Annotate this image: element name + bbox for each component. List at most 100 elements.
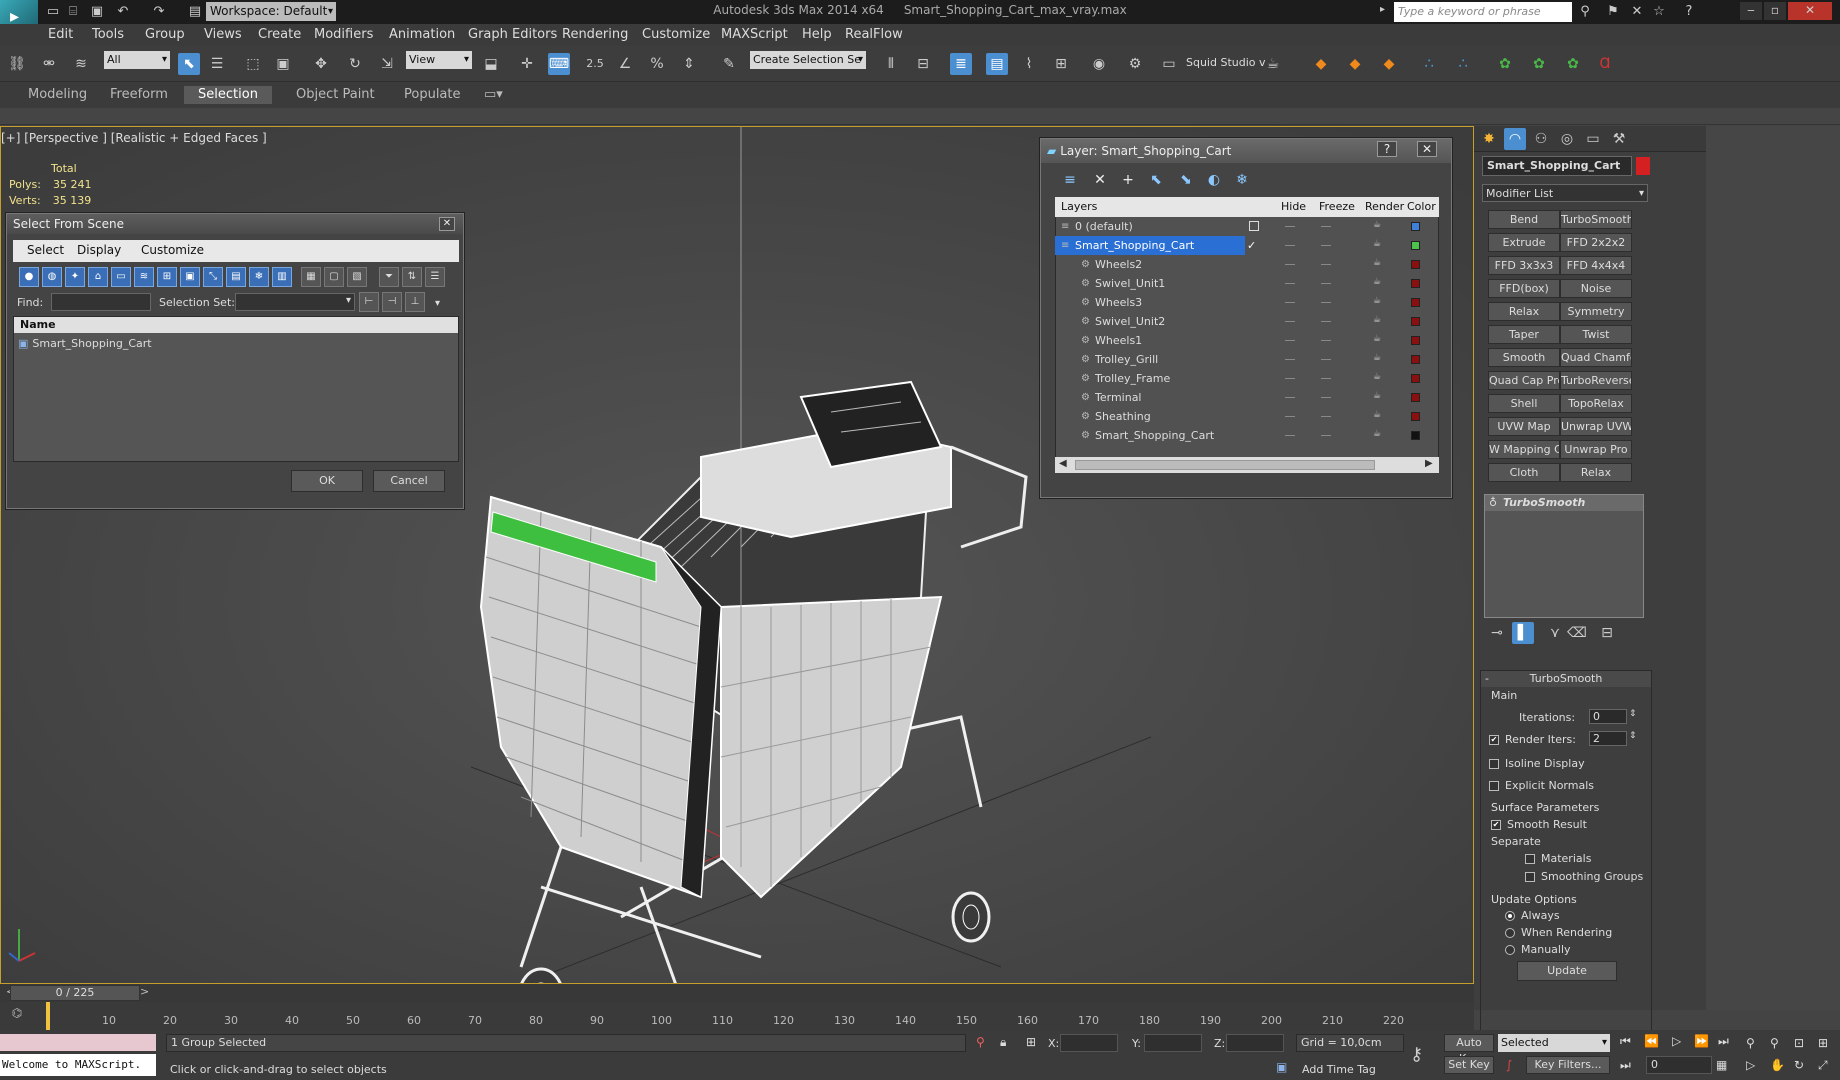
layer-color-swatch[interactable]: [1411, 412, 1420, 421]
key-mode-toggle-icon[interactable]: ⏭: [1620, 1058, 1631, 1073]
select-object-icon[interactable]: ⬉: [178, 53, 200, 75]
tab-modeling[interactable]: Modeling: [20, 86, 95, 104]
time-slider-next-icon[interactable]: >: [140, 985, 149, 998]
display-all-icon[interactable]: ▦: [301, 267, 321, 287]
scale-icon[interactable]: ⇲: [376, 53, 398, 75]
display-cameras-icon[interactable]: ⌂: [88, 267, 108, 287]
layer-color-swatch[interactable]: [1411, 336, 1420, 345]
render-teapot-icon[interactable]: ☕: [1373, 297, 1383, 306]
freeze-toggle[interactable]: [1321, 245, 1331, 246]
tab-populate[interactable]: Populate: [396, 86, 469, 104]
modifier-list-dropdown[interactable]: Modifier List: [1482, 184, 1648, 203]
display-groups-icon[interactable]: ⊞: [157, 267, 177, 287]
hide-toggle[interactable]: [1285, 435, 1295, 436]
menu-maxscript[interactable]: MAXScript: [721, 27, 788, 42]
rendered-frame-window-icon[interactable]: ▭: [1158, 53, 1180, 75]
spinner-arrows-icon[interactable]: ⇕: [1629, 731, 1637, 741]
modifier-button[interactable]: Twist: [1560, 325, 1632, 344]
freeze-toggle[interactable]: [1321, 264, 1331, 265]
layer-color-swatch[interactable]: [1411, 317, 1420, 326]
motion-tab-icon[interactable]: ◎: [1556, 128, 1578, 150]
modifier-button[interactable]: Relax: [1560, 463, 1632, 482]
hide-toggle[interactable]: [1285, 416, 1295, 417]
display-xrefs-icon[interactable]: ▣: [180, 267, 200, 287]
modifier-button[interactable]: Relax: [1488, 302, 1560, 321]
display-spacewarps-icon[interactable]: ≋: [134, 267, 154, 287]
show-end-result-icon[interactable]: ▌: [1512, 622, 1534, 644]
modifier-button[interactable]: TurboSmooth: [1560, 210, 1632, 229]
render-iters-spinner[interactable]: 2: [1589, 731, 1627, 746]
remove-modifier-icon[interactable]: ⌫: [1566, 622, 1588, 644]
material-editor-icon[interactable]: ◉: [1088, 53, 1110, 75]
render-teapot-icon[interactable]: ☕: [1373, 240, 1383, 249]
layer-row[interactable]: Sheathing ⚙ ☕: [1055, 407, 1433, 426]
realflow-particles-icon[interactable]: ∴: [1418, 53, 1440, 75]
cancel-button[interactable]: Cancel: [373, 470, 445, 492]
col-color[interactable]: Color: [1407, 197, 1436, 217]
create-tab-icon[interactable]: ✸: [1478, 128, 1500, 150]
reference-coord-dropdown[interactable]: View: [406, 51, 472, 69]
menu-group[interactable]: Group: [145, 27, 185, 42]
col-hide[interactable]: Hide: [1281, 197, 1306, 217]
zoom-extents-icon[interactable]: ⊡: [1794, 1036, 1804, 1050]
workspace-dropdown[interactable]: Workspace: Default ▾: [206, 2, 336, 21]
redo-icon[interactable]: ↷: [150, 3, 168, 21]
col-freeze[interactable]: Freeze: [1319, 197, 1355, 217]
maxscript-listener[interactable]: Welcome to MAXScript.: [0, 1054, 156, 1076]
display-bones-icon[interactable]: ⤡: [203, 267, 223, 287]
named-selection-set-dropdown[interactable]: Create Selection Se: [750, 51, 866, 69]
modifier-button[interactable]: FFD 4x4x4: [1560, 256, 1632, 275]
modifier-button[interactable]: FFD 3x3x3: [1488, 256, 1560, 275]
layer-row[interactable]: Swivel_Unit2 ⚙ ☕: [1055, 312, 1433, 331]
display-geometry-icon[interactable]: ●: [19, 267, 39, 287]
project-folder-icon[interactable]: ▤: [186, 3, 204, 21]
modifier-stack[interactable]: ♁ TurboSmooth: [1484, 494, 1644, 618]
object-name-field[interactable]: Smart_Shopping_Cart: [1482, 156, 1632, 176]
menu-tools[interactable]: Tools: [92, 27, 124, 42]
layer-row[interactable]: 0 (default) ≡ ☕: [1055, 217, 1433, 236]
modifier-button[interactable]: Smooth: [1488, 348, 1560, 367]
layer-color-swatch[interactable]: [1411, 298, 1420, 307]
when-rendering-radio[interactable]: [1505, 928, 1515, 938]
go-to-end-icon[interactable]: ⏭: [1718, 1034, 1729, 1049]
percent-snap-icon[interactable]: %: [646, 53, 668, 75]
hide-toggle[interactable]: [1285, 397, 1295, 398]
ok-button[interactable]: OK: [291, 470, 363, 492]
absolute-mode-icon[interactable]: ⊞: [1026, 1035, 1036, 1049]
hide-toggle[interactable]: [1285, 264, 1295, 265]
render-teapot-icon[interactable]: ☕: [1373, 335, 1383, 344]
hide-toggle[interactable]: [1285, 321, 1295, 322]
window-crossing-icon[interactable]: ▣: [272, 53, 294, 75]
field-of-view-icon[interactable]: ▷: [1746, 1058, 1755, 1072]
maximize-viewport-icon[interactable]: ⤢: [1818, 1058, 1828, 1073]
hide-toggle[interactable]: [1285, 378, 1295, 379]
display-shapes-icon[interactable]: ◍: [42, 267, 62, 287]
utilities-tab-icon[interactable]: ⚒: [1608, 128, 1630, 150]
realflow-import-icon[interactable]: ✿: [1528, 53, 1550, 75]
bind-space-warp-icon[interactable]: ≋: [70, 53, 92, 75]
isoline-display-checkbox[interactable]: [1489, 759, 1499, 769]
go-to-start-icon[interactable]: ⏮: [1620, 1034, 1631, 1049]
list-item[interactable]: ▣ Smart_Shopping_Cart: [18, 337, 152, 350]
menu-display[interactable]: Display: [77, 243, 121, 257]
menu-views[interactable]: Views: [204, 27, 242, 42]
render-teapot-icon[interactable]: ☕: [1373, 221, 1383, 230]
configure-modifier-sets-icon[interactable]: ⊟: [1596, 622, 1618, 644]
set-key-button[interactable]: Set Key: [1444, 1056, 1494, 1074]
key-filters-button[interactable]: Key Filters...: [1526, 1056, 1610, 1074]
layer-manager-icon[interactable]: ≣: [950, 53, 972, 75]
stack-item-turbosmooth[interactable]: ♁ TurboSmooth: [1485, 495, 1643, 511]
select-children-icon[interactable]: ⊣: [382, 292, 402, 312]
open-file-icon[interactable]: ⌸: [64, 3, 82, 21]
modifier-button[interactable]: TurboReverse: [1560, 371, 1632, 390]
undo-icon[interactable]: ↶: [114, 3, 132, 21]
render-teapot-icon[interactable]: ☕: [1373, 430, 1383, 439]
menu-modifiers[interactable]: Modifiers: [314, 27, 373, 42]
render-teapot-icon[interactable]: ☕: [1373, 278, 1383, 287]
layer-row[interactable]: Smart_Shopping_Cart ⚙ ☕: [1055, 426, 1433, 445]
layer-color-swatch[interactable]: [1411, 431, 1420, 440]
layer-color-swatch[interactable]: [1411, 355, 1420, 364]
menu-animation[interactable]: Animation: [389, 27, 455, 42]
scroll-right-icon[interactable]: ▶: [1425, 458, 1433, 469]
render-teapot-icon[interactable]: ☕: [1373, 392, 1383, 401]
